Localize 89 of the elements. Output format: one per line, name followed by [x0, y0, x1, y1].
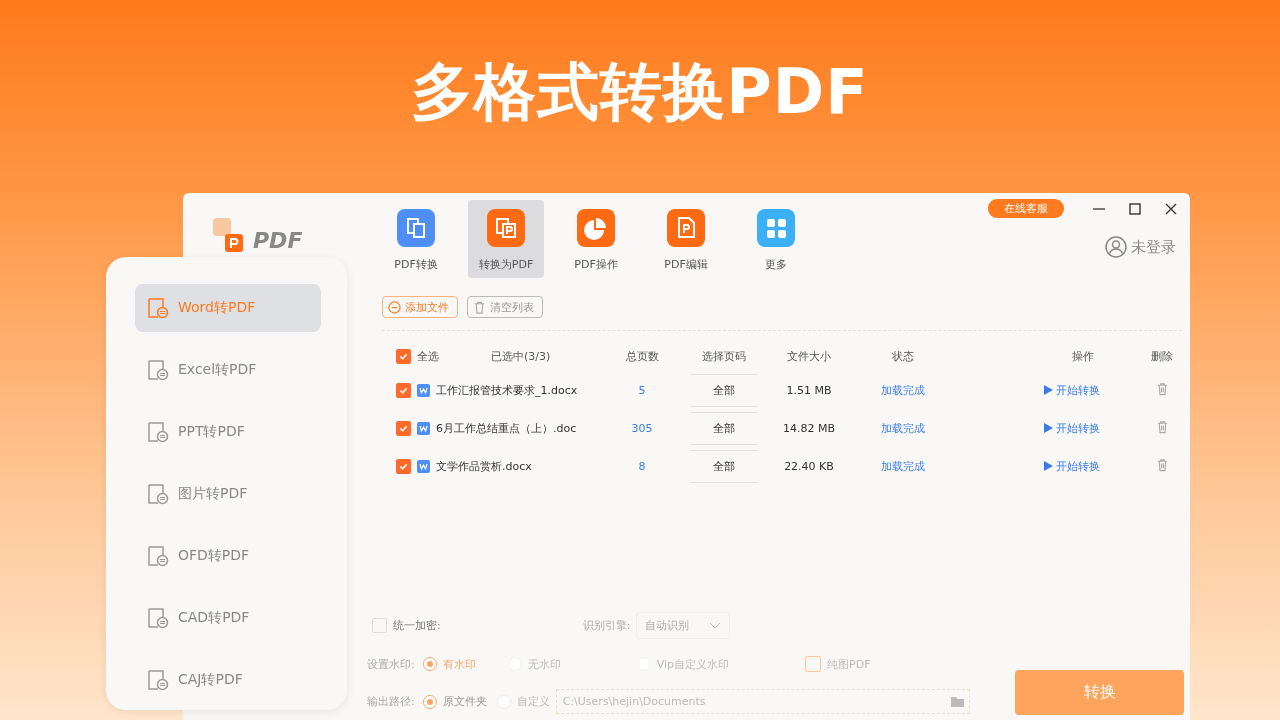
- load-status: 加载完成: [880, 420, 926, 436]
- trash-icon[interactable]: [1155, 381, 1169, 396]
- checkmark-icon: [399, 423, 408, 433]
- document-icon: [147, 421, 169, 443]
- checkmark-icon: [399, 351, 408, 361]
- toolbar-tab[interactable]: PDF操作: [558, 200, 634, 278]
- word-file-icon: [417, 459, 430, 473]
- sidebar-item[interactable]: OFD转PDF: [135, 532, 321, 580]
- column-header: 状态: [891, 348, 915, 364]
- page-count: 5: [637, 383, 647, 397]
- word-file-icon: [417, 383, 430, 397]
- convert-button[interactable]: 转换: [1015, 670, 1184, 715]
- row-checkbox[interactable]: [396, 420, 411, 436]
- maximize-icon[interactable]: [1128, 201, 1142, 216]
- output-option: 自定义: [516, 694, 550, 709]
- select-all-label: 全选: [417, 348, 439, 364]
- file-name: 工作汇报管技术要求_1.docx: [436, 382, 578, 398]
- trash-icon[interactable]: [1155, 457, 1169, 472]
- trash-icon: [473, 300, 486, 314]
- page-range-field[interactable]: 全部: [690, 449, 758, 483]
- checkmark-icon: [399, 385, 408, 395]
- document-icon: [147, 483, 169, 505]
- sidebar-item[interactable]: PPT转PDF: [135, 408, 321, 456]
- sidebar-item[interactable]: Word转PDF: [135, 284, 321, 332]
- watermark-radio[interactable]: [422, 657, 437, 671]
- column-header: 文件大小: [786, 348, 832, 364]
- document-icon: [147, 545, 169, 567]
- sidebar-item[interactable]: CAD转PDF: [135, 594, 321, 642]
- output-path-field[interactable]: C:\Users\hejin\Documents: [555, 689, 970, 714]
- user-icon[interactable]: [1105, 236, 1127, 258]
- file-name: 文学作品赏析.docx: [436, 458, 532, 474]
- start-convert-link[interactable]: 开始转换: [954, 458, 1144, 474]
- play-icon: [1044, 385, 1053, 395]
- row-checkbox[interactable]: [396, 382, 411, 398]
- encrypt-checkbox[interactable]: [372, 618, 387, 633]
- document-icon: [147, 607, 169, 629]
- close-icon[interactable]: [1164, 201, 1178, 216]
- watermark-label: 设置水印:: [367, 656, 415, 672]
- word-file-icon: [417, 421, 430, 435]
- file-size: 22.40 KB: [783, 459, 835, 473]
- play-icon: [1044, 423, 1053, 433]
- column-header: 删除: [1150, 348, 1174, 364]
- output-path-label: 输出路径:: [367, 694, 415, 709]
- row-checkbox[interactable]: [396, 458, 411, 474]
- start-convert-link[interactable]: 开始转换: [954, 382, 1144, 398]
- page-count: 305: [630, 421, 654, 435]
- column-header: 操作: [1071, 348, 1095, 364]
- chevron-down-icon: [709, 621, 722, 630]
- encrypt-label: 统一加密:: [393, 618, 441, 633]
- file-size: 14.82 MB: [782, 421, 836, 435]
- document-icon: [147, 669, 169, 691]
- pure-image-checkbox[interactable]: [805, 656, 822, 672]
- load-status: 加载完成: [880, 382, 926, 398]
- play-icon: [1044, 461, 1053, 471]
- headline: 多格式转换PDF: [411, 58, 869, 127]
- page-range-field[interactable]: 全部: [690, 411, 758, 445]
- file-name: 6月工作总结重点（上）.doc: [436, 420, 577, 436]
- page-range-field[interactable]: 全部: [690, 373, 758, 407]
- sidebar-item[interactable]: CAJ转PDF: [135, 656, 321, 704]
- toolbar-tab[interactable]: 转换为PDF: [468, 200, 544, 278]
- column-header: 总页数: [624, 348, 660, 364]
- add-file-button[interactable]: 添加文件: [382, 296, 458, 318]
- toolbar-tab[interactable]: 更多: [738, 200, 814, 278]
- select-all-checkbox[interactable]: [396, 348, 411, 364]
- document-icon: [147, 297, 169, 319]
- engine-label: 识别引擎:: [582, 618, 631, 633]
- minus-circle-icon: [388, 300, 401, 314]
- toolbar-tab[interactable]: PDF编辑: [648, 200, 724, 278]
- page-count: 8: [637, 459, 647, 473]
- online-support-button[interactable]: 在线客服: [988, 199, 1064, 218]
- load-status: 加载完成: [880, 458, 926, 474]
- checkmark-icon: [399, 461, 408, 471]
- file-size: 1.51 MB: [785, 383, 833, 397]
- clear-list-button[interactable]: 清空列表: [467, 296, 543, 318]
- start-convert-link[interactable]: 开始转换: [954, 420, 1144, 436]
- logo-text: PDF: [253, 228, 303, 253]
- selected-count: 已选中(3/3): [491, 348, 551, 364]
- sidebar-item[interactable]: Excel转PDF: [135, 346, 321, 394]
- toolbar-tab[interactable]: PDF转换: [378, 200, 454, 278]
- column-header: 选择页码: [701, 348, 747, 364]
- watermark-option: 有水印: [442, 656, 476, 672]
- output-radio[interactable]: [422, 694, 437, 709]
- document-icon: [147, 359, 169, 381]
- sidebar-item[interactable]: 图片转PDF: [135, 470, 321, 518]
- output-option: 原文件夹: [442, 694, 487, 709]
- trash-icon[interactable]: [1155, 419, 1169, 434]
- login-status[interactable]: 未登录: [1131, 237, 1176, 257]
- engine-dropdown[interactable]: 自动识别: [636, 612, 731, 639]
- folder-icon[interactable]: [949, 695, 965, 708]
